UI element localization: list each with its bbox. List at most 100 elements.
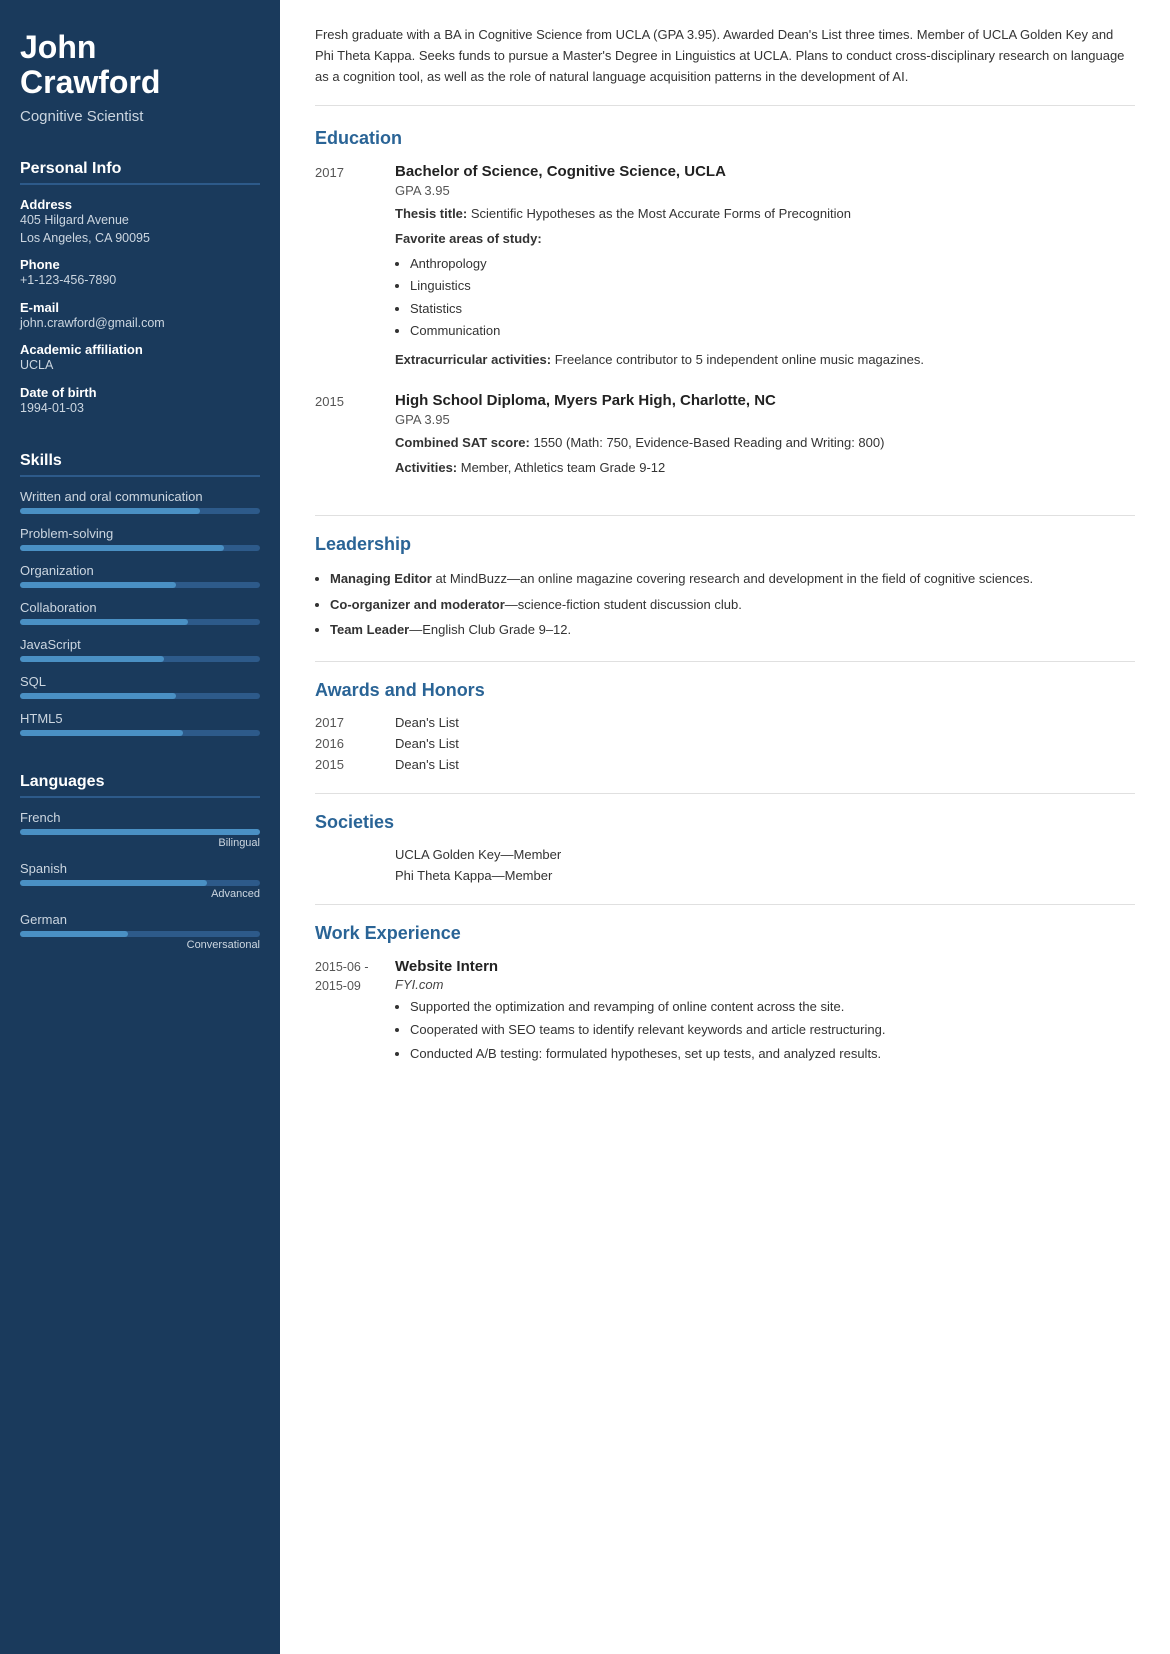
edu-thesis: Thesis title: Scientific Hypotheses as t… bbox=[395, 204, 1135, 224]
phone-label: Phone bbox=[20, 257, 260, 272]
work-content: Website Intern FYI.com Supported the opt… bbox=[395, 958, 1135, 1068]
phone-value: +1-123-456-7890 bbox=[20, 272, 260, 290]
language-level: Bilingual bbox=[20, 837, 260, 849]
summary-text: Fresh graduate with a BA in Cognitive Sc… bbox=[315, 25, 1135, 106]
award-entry: 2016 Dean's List bbox=[315, 736, 1135, 751]
awards-title: Awards and Honors bbox=[315, 680, 1135, 701]
work-title: Website Intern bbox=[395, 958, 1135, 975]
language-name: Spanish bbox=[20, 861, 260, 876]
edu-extra: Extracurricular activities: Freelance co… bbox=[395, 350, 1135, 370]
address-label: Address bbox=[20, 197, 260, 212]
societies-title: Societies bbox=[315, 812, 1135, 833]
edu-year: 2017 bbox=[315, 163, 395, 374]
skill-item: Written and oral communication bbox=[20, 489, 260, 514]
leadership-item: Team Leader—English Club Grade 9–12. bbox=[330, 620, 1135, 640]
email-label: E-mail bbox=[20, 300, 260, 315]
skill-bar-bg bbox=[20, 730, 260, 736]
fav-area-item: Communication bbox=[410, 320, 1135, 342]
society-entry: UCLA Golden Key—Member bbox=[315, 847, 1135, 862]
skill-bar-fill bbox=[20, 582, 176, 588]
fav-area-item: Statistics bbox=[410, 298, 1135, 320]
edu-gpa: GPA 3.95 bbox=[395, 183, 1135, 198]
phone-item: Phone +1-123-456-7890 bbox=[20, 257, 260, 290]
leadership-section: Leadership Managing Editor at MindBuzz—a… bbox=[315, 534, 1135, 662]
address-item: Address 405 Hilgard Avenue Los Angeles, … bbox=[20, 197, 260, 247]
edu-degree: High School Diploma, Myers Park High, Ch… bbox=[395, 392, 1135, 409]
language-bar-bg bbox=[20, 931, 260, 937]
skill-item: Problem-solving bbox=[20, 526, 260, 551]
email-item: E-mail john.crawford@gmail.com bbox=[20, 300, 260, 333]
edu-sat: Combined SAT score: 1550 (Math: 750, Evi… bbox=[395, 433, 1135, 453]
edu-fav-label: Favorite areas of study: bbox=[395, 229, 1135, 249]
language-level: Advanced bbox=[20, 888, 260, 900]
dob-label: Date of birth bbox=[20, 385, 260, 400]
affiliation-item: Academic affiliation UCLA bbox=[20, 342, 260, 375]
work-title: Work Experience bbox=[315, 923, 1135, 944]
affiliation-label: Academic affiliation bbox=[20, 342, 260, 357]
skill-name: Organization bbox=[20, 563, 260, 578]
edu-activities: Activities: Member, Athletics team Grade… bbox=[395, 458, 1135, 478]
language-level: Conversational bbox=[20, 939, 260, 951]
sidebar-header: John Crawford Cognitive Scientist bbox=[0, 0, 280, 145]
language-item: German Conversational bbox=[20, 912, 260, 951]
language-item: French Bilingual bbox=[20, 810, 260, 849]
societies-section: Societies UCLA Golden Key—Member Phi The… bbox=[315, 812, 1135, 905]
languages-section: Languages French Bilingual Spanish Advan… bbox=[0, 758, 280, 973]
skills-list: Written and oral communication Problem-s… bbox=[20, 489, 260, 736]
work-entries: 2015-06 - 2015-09 Website Intern FYI.com… bbox=[315, 958, 1135, 1068]
education-entry: 2015 High School Diploma, Myers Park Hig… bbox=[315, 392, 1135, 482]
award-title: Dean's List bbox=[395, 736, 459, 751]
award-title: Dean's List bbox=[395, 757, 459, 772]
skill-bar-fill bbox=[20, 545, 224, 551]
awards-entries: 2017 Dean's List 2016 Dean's List 2015 D… bbox=[315, 715, 1135, 772]
affiliation-value: UCLA bbox=[20, 357, 260, 375]
society-indent bbox=[315, 868, 395, 883]
skill-bar-bg bbox=[20, 619, 260, 625]
education-entry: 2017 Bachelor of Science, Cognitive Scie… bbox=[315, 163, 1135, 374]
sidebar: John Crawford Cognitive Scientist Person… bbox=[0, 0, 280, 1654]
resume-container: John Crawford Cognitive Scientist Person… bbox=[0, 0, 1170, 1654]
award-entry: 2015 Dean's List bbox=[315, 757, 1135, 772]
skill-item: Organization bbox=[20, 563, 260, 588]
society-name: Phi Theta Kappa—Member bbox=[395, 868, 552, 883]
edu-year: 2015 bbox=[315, 392, 395, 482]
leadership-item: Managing Editor at MindBuzz—an online ma… bbox=[330, 569, 1135, 589]
society-indent bbox=[315, 847, 395, 862]
leadership-list: Managing Editor at MindBuzz—an online ma… bbox=[330, 569, 1135, 640]
work-bullet: Supported the optimization and revamping… bbox=[410, 997, 1135, 1017]
society-name: UCLA Golden Key—Member bbox=[395, 847, 561, 862]
language-name: French bbox=[20, 810, 260, 825]
language-name: German bbox=[20, 912, 260, 927]
skill-name: Collaboration bbox=[20, 600, 260, 615]
work-entry: 2015-06 - 2015-09 Website Intern FYI.com… bbox=[315, 958, 1135, 1068]
skill-name: SQL bbox=[20, 674, 260, 689]
work-section: Work Experience 2015-06 - 2015-09 Websit… bbox=[315, 923, 1135, 1097]
candidate-title: Cognitive Scientist bbox=[20, 108, 260, 125]
work-bullets: Supported the optimization and revamping… bbox=[410, 997, 1135, 1064]
fav-area-item: Linguistics bbox=[410, 275, 1135, 297]
society-entry: Phi Theta Kappa—Member bbox=[315, 868, 1135, 883]
dob-item: Date of birth 1994-01-03 bbox=[20, 385, 260, 418]
leadership-title: Leadership bbox=[315, 534, 1135, 555]
societies-entries: UCLA Golden Key—Member Phi Theta Kappa—M… bbox=[315, 847, 1135, 883]
skill-name: Problem-solving bbox=[20, 526, 260, 541]
languages-title: Languages bbox=[20, 773, 260, 798]
work-bullet: Conducted A/B testing: formulated hypoth… bbox=[410, 1044, 1135, 1064]
skill-name: HTML5 bbox=[20, 711, 260, 726]
work-company: FYI.com bbox=[395, 977, 1135, 992]
skill-bar-bg bbox=[20, 656, 260, 662]
skill-name: Written and oral communication bbox=[20, 489, 260, 504]
skill-bar-bg bbox=[20, 545, 260, 551]
education-title: Education bbox=[315, 128, 1135, 149]
education-entries: 2017 Bachelor of Science, Cognitive Scie… bbox=[315, 163, 1135, 482]
skill-bar-fill bbox=[20, 619, 188, 625]
award-year: 2016 bbox=[315, 736, 395, 751]
skill-name: JavaScript bbox=[20, 637, 260, 652]
skill-bar-fill bbox=[20, 508, 200, 514]
languages-list: French Bilingual Spanish Advanced German… bbox=[20, 810, 260, 951]
work-dates: 2015-06 - 2015-09 bbox=[315, 958, 395, 1068]
language-bar-bg bbox=[20, 829, 260, 835]
award-entry: 2017 Dean's List bbox=[315, 715, 1135, 730]
main-content: Fresh graduate with a BA in Cognitive Sc… bbox=[280, 0, 1170, 1654]
fav-areas-list: AnthropologyLinguisticsStatisticsCommuni… bbox=[410, 253, 1135, 341]
